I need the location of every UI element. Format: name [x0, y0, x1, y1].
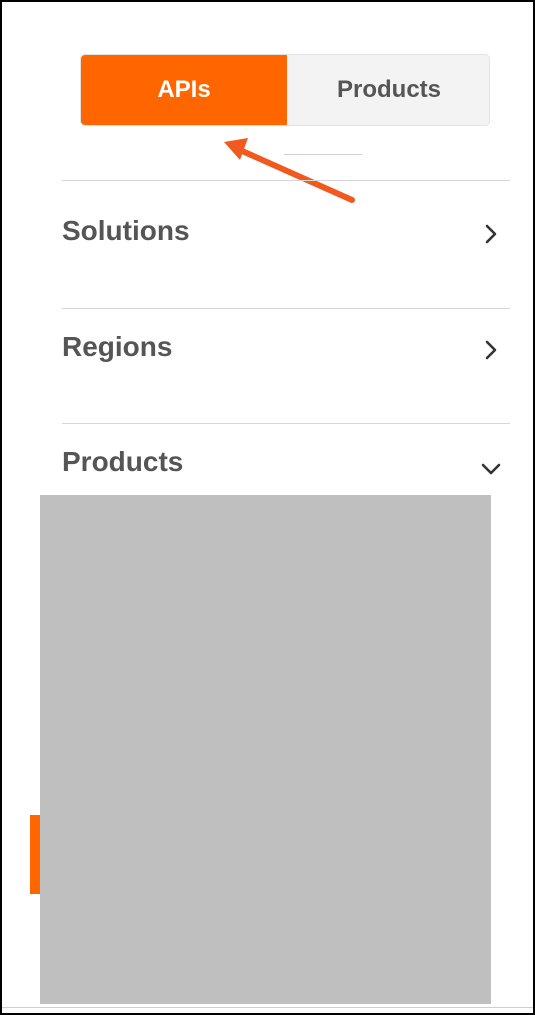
chevron-right-icon — [485, 340, 497, 360]
products-tab[interactable]: Products — [287, 55, 489, 125]
menu-item-solutions[interactable]: Solutions — [62, 180, 510, 309]
chevron-right-icon — [485, 224, 497, 244]
menu-item-label: Products — [62, 446, 184, 477]
decorative-divider — [284, 154, 362, 155]
menu-item-label: Solutions — [62, 215, 190, 246]
apis-tab[interactable]: APIs — [81, 55, 287, 125]
frame-bottom-edge — [2, 1007, 533, 1013]
menu-item-regions[interactable]: Regions — [62, 308, 510, 424]
redacted-content — [40, 495, 491, 1004]
menu-item-label: Regions — [62, 331, 173, 362]
api-products-toggle[interactable]: APIs Products — [80, 54, 490, 126]
chevron-down-icon — [481, 463, 501, 475]
